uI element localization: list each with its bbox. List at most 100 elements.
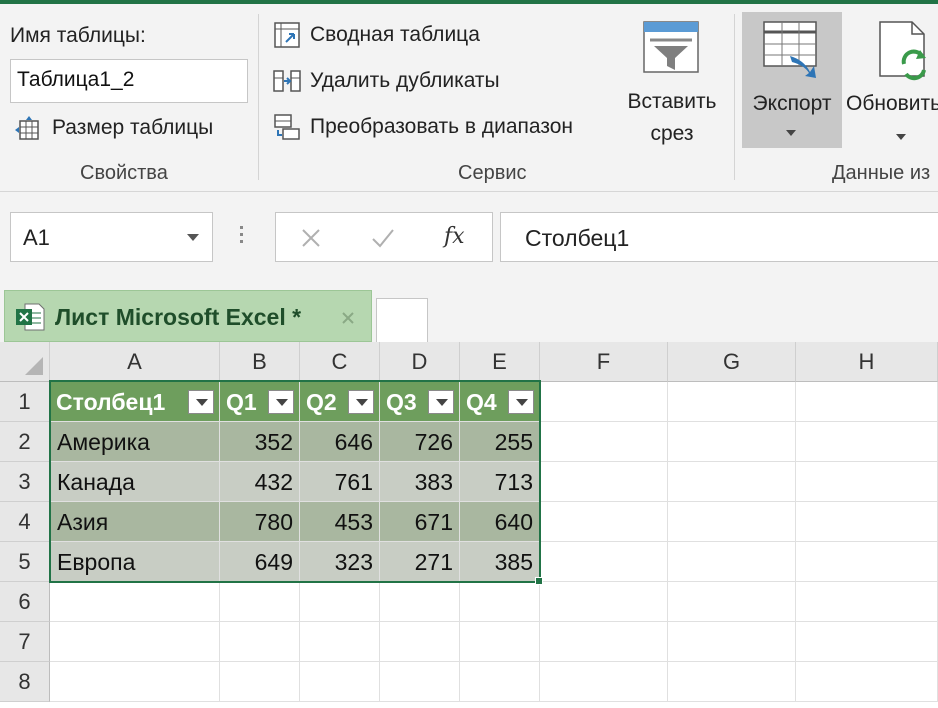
empty-cell[interactable] <box>460 622 540 662</box>
fill-handle[interactable] <box>535 577 543 585</box>
row-header-7[interactable]: 7 <box>0 622 50 662</box>
filter-dropdown-icon[interactable] <box>348 390 374 414</box>
table-cell[interactable]: Канада <box>50 462 220 502</box>
empty-cell[interactable] <box>668 582 796 622</box>
row-header-3[interactable]: 3 <box>0 462 50 502</box>
column-header-h[interactable]: H <box>796 342 938 382</box>
empty-cell[interactable] <box>460 662 540 702</box>
row-header-5[interactable]: 5 <box>0 542 50 582</box>
name-box[interactable]: A1 <box>10 212 213 262</box>
insert-slicer-button[interactable]: Вставить срез <box>616 16 728 152</box>
empty-cell[interactable] <box>540 582 668 622</box>
empty-cell[interactable] <box>300 622 380 662</box>
empty-cell[interactable] <box>668 502 796 542</box>
row-header-8[interactable]: 8 <box>0 662 50 702</box>
empty-cell[interactable] <box>796 462 938 502</box>
row-header-6[interactable]: 6 <box>0 582 50 622</box>
empty-cell[interactable] <box>796 502 938 542</box>
empty-cell[interactable] <box>380 582 460 622</box>
formula-input[interactable]: Столбец1 <box>500 212 938 262</box>
table-cell[interactable]: 646 <box>300 422 380 462</box>
empty-cell[interactable] <box>300 662 380 702</box>
close-icon[interactable] <box>341 311 355 325</box>
empty-cell[interactable] <box>540 462 668 502</box>
table-cell[interactable]: Америка <box>50 422 220 462</box>
select-all-corner[interactable] <box>0 342 50 382</box>
enter-check-icon[interactable] <box>370 227 396 249</box>
empty-cell[interactable] <box>50 622 220 662</box>
table-cell[interactable]: 323 <box>300 542 380 582</box>
table-cell[interactable]: 453 <box>300 502 380 542</box>
table-cell[interactable]: 383 <box>380 462 460 502</box>
table-cell[interactable]: 640 <box>460 502 540 542</box>
empty-cell[interactable] <box>668 462 796 502</box>
empty-cell[interactable] <box>796 622 938 662</box>
empty-cell[interactable] <box>220 582 300 622</box>
row-header-2[interactable]: 2 <box>0 422 50 462</box>
column-header-b[interactable]: B <box>220 342 300 382</box>
empty-cell[interactable] <box>540 502 668 542</box>
table-header-cell[interactable]: Q3 <box>380 382 460 422</box>
filter-dropdown-icon[interactable] <box>268 390 294 414</box>
empty-cell[interactable] <box>540 382 668 422</box>
formula-bar-splitter[interactable] <box>238 222 244 252</box>
table-cell[interactable]: 713 <box>460 462 540 502</box>
empty-cell[interactable] <box>460 582 540 622</box>
empty-cell[interactable] <box>380 662 460 702</box>
table-cell[interactable]: 432 <box>220 462 300 502</box>
empty-cell[interactable] <box>220 622 300 662</box>
empty-cell[interactable] <box>668 622 796 662</box>
column-header-a[interactable]: A <box>50 342 220 382</box>
column-header-e[interactable]: E <box>460 342 540 382</box>
empty-cell[interactable] <box>50 662 220 702</box>
table-header-cell[interactable]: Столбец1 <box>50 382 220 422</box>
resize-table-button[interactable]: Размер таблицы <box>12 114 248 146</box>
empty-cell[interactable] <box>380 622 460 662</box>
table-cell[interactable]: 271 <box>380 542 460 582</box>
empty-cell[interactable] <box>540 622 668 662</box>
empty-cell[interactable] <box>540 422 668 462</box>
empty-cell[interactable] <box>796 662 938 702</box>
chevron-down-icon[interactable] <box>187 234 199 241</box>
empty-cell[interactable] <box>300 582 380 622</box>
table-header-cell[interactable]: Q1 <box>220 382 300 422</box>
column-header-f[interactable]: F <box>540 342 668 382</box>
row-header-4[interactable]: 4 <box>0 502 50 542</box>
filter-dropdown-icon[interactable] <box>508 390 534 414</box>
cancel-icon[interactable] <box>300 227 322 249</box>
filter-dropdown-icon[interactable] <box>428 390 454 414</box>
column-header-g[interactable]: G <box>668 342 796 382</box>
export-button[interactable]: Экспорт <box>742 12 842 148</box>
empty-cell[interactable] <box>668 662 796 702</box>
column-header-c[interactable]: C <box>300 342 380 382</box>
empty-cell[interactable] <box>50 582 220 622</box>
empty-cell[interactable] <box>540 542 668 582</box>
table-cell[interactable]: 671 <box>380 502 460 542</box>
table-cell[interactable]: 255 <box>460 422 540 462</box>
empty-cell[interactable] <box>668 422 796 462</box>
row-header-1[interactable]: 1 <box>0 382 50 422</box>
table-cell[interactable]: 726 <box>380 422 460 462</box>
table-name-input[interactable]: Таблица1_2 <box>10 59 248 103</box>
refresh-button[interactable]: Обновить <box>846 12 938 148</box>
remove-duplicates-button[interactable]: Удалить дубликаты <box>270 64 530 100</box>
empty-cell[interactable] <box>796 582 938 622</box>
table-cell[interactable]: Европа <box>50 542 220 582</box>
table-header-cell[interactable]: Q2 <box>300 382 380 422</box>
pivot-table-button[interactable]: Сводная таблица <box>270 18 510 54</box>
column-header-d[interactable]: D <box>380 342 460 382</box>
new-tab-button[interactable] <box>376 298 428 342</box>
empty-cell[interactable] <box>796 422 938 462</box>
empty-cell[interactable] <box>668 542 796 582</box>
sheet-tab-active[interactable]: Лист Microsoft Excel * <box>4 290 372 342</box>
empty-cell[interactable] <box>796 542 938 582</box>
table-cell[interactable]: 649 <box>220 542 300 582</box>
table-cell[interactable]: 352 <box>220 422 300 462</box>
empty-cell[interactable] <box>540 662 668 702</box>
empty-cell[interactable] <box>796 382 938 422</box>
convert-to-range-button[interactable]: Преобразовать в диапазон <box>270 110 610 146</box>
insert-function-icon[interactable]: fx <box>444 224 465 249</box>
table-cell[interactable]: 385 <box>460 542 540 582</box>
empty-cell[interactable] <box>220 662 300 702</box>
table-cell[interactable]: 761 <box>300 462 380 502</box>
